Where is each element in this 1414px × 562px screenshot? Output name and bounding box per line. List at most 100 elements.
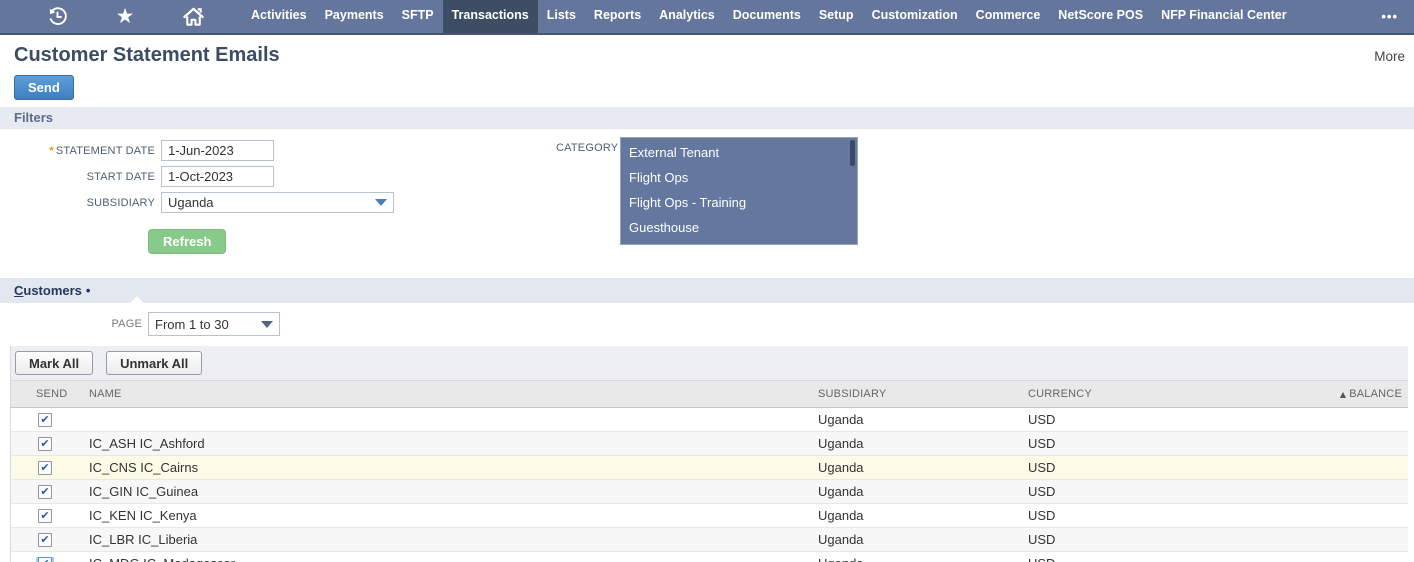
nav-item-payments[interactable]: Payments: [316, 0, 393, 33]
subtab-bar: Customers •: [0, 278, 1414, 303]
page-field-row: PAGE From 1 to 30: [0, 303, 1414, 346]
send-checkbox[interactable]: ✔: [38, 508, 52, 523]
column-header-balance[interactable]: ▲ BALANCE: [1214, 388, 1408, 400]
category-option-flight-ops-training[interactable]: Flight Ops - Training: [621, 190, 857, 215]
more-link[interactable]: More: [1374, 49, 1405, 64]
send-checkbox[interactable]: ✔: [38, 532, 52, 547]
table-row: ✔ IC_MDG IC_MadagascarUgandaUSD: [11, 552, 1408, 562]
nav-item-analytics[interactable]: Analytics: [650, 0, 724, 33]
nav-item-lists[interactable]: Lists: [538, 0, 585, 33]
table-row: ✔ IC_CNS IC_Cairns Uganda USD: [11, 456, 1408, 480]
nav-item-netscore-pos[interactable]: NetScore POS: [1049, 0, 1152, 33]
nav-overflow-button[interactable]: •••: [1381, 9, 1398, 24]
send-checkbox[interactable]: ✔: [38, 412, 52, 427]
filters-section-header: Filters: [0, 107, 1414, 129]
list-button-strip: Mark All Unmark All: [11, 346, 1408, 380]
sort-asc-icon: ▲: [1339, 390, 1347, 399]
send-cell: ✔: [11, 460, 81, 475]
table-row: ✔ IC_ASH IC_Ashford Uganda USD: [11, 432, 1408, 456]
customers-tab-label[interactable]: Customers: [14, 283, 82, 298]
name-cell: IC_ASH IC_Ashford: [89, 436, 205, 451]
currency-cell: USD: [1028, 508, 1056, 523]
table-header-row: SEND NAME SUBSIDIARY CURRENCY ▲ BALANCE: [11, 380, 1408, 408]
name-cell: IC_KEN IC_Kenya: [89, 508, 197, 523]
send-cell: ✔: [11, 412, 81, 427]
filters-form: *STATEMENT DATE START DATE SUBSIDIARY Ug…: [0, 129, 1414, 266]
send-button[interactable]: Send: [14, 75, 74, 100]
currency-cell: USD: [1028, 484, 1056, 499]
table-row: ✔ Uganda USD: [11, 408, 1408, 432]
start-date-input[interactable]: [161, 166, 274, 187]
page-field-label: PAGE: [111, 318, 142, 330]
nav-item-customization[interactable]: Customization: [863, 0, 967, 33]
nav-icon-group: ★: [0, 0, 208, 33]
nav-menu: Activities Payments SFTP Transactions Lists R…: [242, 0, 1296, 33]
active-tab-notch: [130, 296, 144, 303]
top-nav-bar: ★ Activities Payments SFTP Transactions List…: [0, 0, 1414, 35]
subsidiary-select[interactable]: Uganda: [161, 192, 394, 213]
subsidiary-value: Uganda: [168, 195, 214, 210]
send-cell: ✔: [11, 436, 81, 451]
unmark-all-button[interactable]: Unmark All: [106, 351, 203, 375]
currency-cell: USD: [1028, 460, 1056, 475]
page-select[interactable]: From 1 to 30: [148, 312, 280, 336]
send-checkbox[interactable]: ✔: [38, 484, 52, 499]
send-checkbox[interactable]: ✔: [38, 460, 52, 475]
currency-cell: USD: [1028, 532, 1056, 547]
required-marker: *: [49, 144, 54, 157]
currency-cell: USD: [1028, 412, 1056, 427]
send-cell: ✔: [11, 556, 81, 562]
nav-item-reports[interactable]: Reports: [585, 0, 650, 33]
home-icon[interactable]: [178, 0, 208, 33]
column-header-name[interactable]: NAME: [81, 388, 804, 400]
send-checkbox[interactable]: ✔: [38, 556, 52, 562]
name-cell: IC_LBR IC_Liberia: [89, 532, 198, 547]
name-cell: IC_CNS IC_Cairns: [89, 460, 199, 475]
nav-item-commerce[interactable]: Commerce: [967, 0, 1050, 33]
subsidiary-label: SUBSIDIARY: [86, 196, 155, 209]
send-cell: ✔: [11, 532, 81, 547]
nav-item-documents[interactable]: Documents: [724, 0, 810, 33]
column-header-currency[interactable]: CURRENCY: [1014, 388, 1214, 400]
column-header-send[interactable]: SEND: [11, 388, 81, 400]
mark-all-button[interactable]: Mark All: [15, 351, 94, 375]
statement-date-input[interactable]: [161, 140, 274, 161]
page-select-value: From 1 to 30: [155, 316, 229, 332]
nav-item-sftp[interactable]: SFTP: [393, 0, 443, 33]
nav-item-setup[interactable]: Setup: [810, 0, 863, 33]
subsidiary-cell: Uganda: [804, 556, 1014, 562]
customer-list-region: Mark All Unmark All SEND NAME SUBSIDIARY CU…: [10, 346, 1408, 562]
page-header: Customer Statement Emails More: [0, 35, 1414, 67]
subsidiary-cell: Uganda: [818, 532, 864, 547]
table-row: ✔ IC_LBR IC_Liberia Uganda USD: [11, 528, 1408, 552]
page-title: Customer Statement Emails: [14, 44, 280, 66]
recent-records-icon[interactable]: [42, 0, 72, 33]
category-group: CATEGORY External Tenant Flight Ops Flight…: [556, 137, 858, 245]
subsidiary-cell: Uganda: [818, 460, 864, 475]
subsidiary-cell: Uganda: [818, 436, 864, 451]
table-row: ✔ IC_GIN IC_Guinea Uganda USD: [11, 480, 1408, 504]
category-option-flight-ops[interactable]: Flight Ops: [621, 165, 857, 190]
chevron-down-icon: [261, 320, 273, 328]
column-header-subsidiary[interactable]: SUBSIDIARY: [804, 388, 1014, 400]
category-listbox[interactable]: External Tenant Flight Ops Flight Ops - Tr…: [620, 137, 858, 245]
refresh-button[interactable]: Refresh: [148, 229, 227, 254]
subsidiary-cell: Uganda: [818, 484, 864, 499]
name-cell: IC_MDG IC_Madagascar: [81, 556, 804, 562]
category-option-external-tenant[interactable]: External Tenant: [621, 140, 857, 165]
table-row: ✔ IC_KEN IC_Kenya Uganda USD: [11, 504, 1408, 528]
send-cell: ✔: [11, 508, 81, 523]
send-checkbox[interactable]: ✔: [38, 436, 52, 451]
chevron-down-icon: [375, 199, 387, 206]
nav-item-nfp-financial-center[interactable]: NFP Financial Center: [1152, 0, 1296, 33]
name-cell: IC_GIN IC_Guinea: [89, 484, 199, 499]
scrollbar-thumb[interactable]: [850, 140, 855, 166]
category-label: CATEGORY: [556, 142, 619, 154]
currency-cell: USD: [1028, 436, 1056, 451]
statement-date-label: * STATEMENT DATE: [49, 144, 155, 157]
nav-item-activities[interactable]: Activities: [242, 0, 316, 33]
shortcuts-star-icon[interactable]: ★: [110, 0, 140, 33]
subsidiary-cell: Uganda: [818, 508, 864, 523]
category-option-guesthouse[interactable]: Guesthouse: [621, 215, 857, 240]
nav-item-transactions[interactable]: Transactions: [442, 0, 538, 33]
